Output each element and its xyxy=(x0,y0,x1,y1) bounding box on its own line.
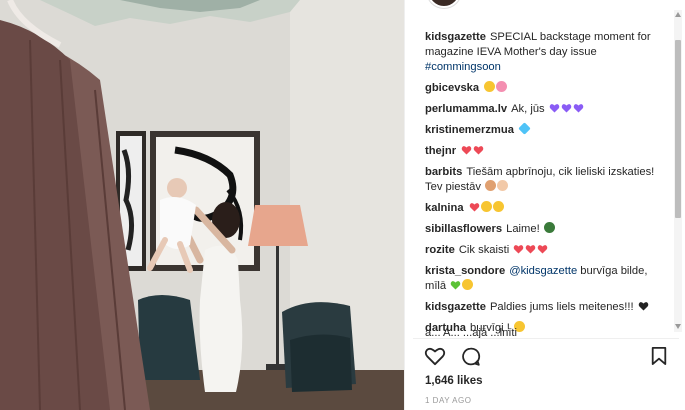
comment-item: rozite Cik skaisti xyxy=(425,243,657,258)
comment-username[interactable]: rozite xyxy=(425,244,455,256)
action-bar xyxy=(423,344,671,370)
likes-count[interactable]: 1,646 likes xyxy=(425,375,483,387)
comment-item: krista_sondore @kidsgazette burvīga bilde… xyxy=(425,264,657,294)
comment-username[interactable]: barbits xyxy=(425,166,462,178)
partial-comment: a... A... ...ajā ...lnīti xyxy=(425,327,518,338)
like-button[interactable] xyxy=(423,344,447,368)
comment-username[interactable]: perlumamma.lv xyxy=(425,103,507,115)
caption-hashtag[interactable]: #commingsoon xyxy=(425,61,501,73)
comment-bubble-icon xyxy=(461,347,480,366)
comment-button[interactable] xyxy=(458,344,482,368)
red-heart-icon xyxy=(538,245,548,254)
comment-text: Ak, jūs xyxy=(511,103,545,115)
comment-item: sibillasflowers Laime! xyxy=(425,222,657,237)
heart-outline-icon xyxy=(424,347,446,366)
purple-heart-icon xyxy=(561,104,572,113)
baby-bottle-icon xyxy=(485,180,497,191)
caption: kidsgazette SPECIAL backstage moment for … xyxy=(425,30,657,75)
photo-illustration xyxy=(0,0,404,410)
comments-panel: kidsgazette SPECIAL backstage moment for … xyxy=(404,0,685,410)
red-heart-icon xyxy=(469,203,479,212)
comment-list[interactable]: kidsgazette SPECIAL backstage moment for … xyxy=(405,0,669,338)
comment-item: kalnina xyxy=(425,201,657,216)
red-heart-icon xyxy=(526,245,536,254)
purple-heart-icon xyxy=(549,104,560,113)
comment-username[interactable]: thejnr xyxy=(425,145,456,157)
comment-username[interactable]: kalnina xyxy=(425,202,464,214)
comment-item: kidsgazette Paldies jums liels meitenes!!… xyxy=(425,300,657,315)
face-smile-icon xyxy=(480,201,492,212)
caption-username[interactable]: kidsgazette xyxy=(425,31,486,43)
sunglasses-face-icon xyxy=(543,222,555,233)
save-button[interactable] xyxy=(647,344,671,368)
scrollbar-thumb[interactable] xyxy=(675,40,681,218)
red-heart-icon xyxy=(461,146,472,155)
red-heart-icon xyxy=(514,245,524,254)
face-hearteyes-icon xyxy=(492,201,504,212)
scroll-down-arrow-icon[interactable] xyxy=(675,324,681,329)
comment-item: gbicevska xyxy=(425,81,657,96)
comment-item: barbits Tiešām apbrīnoju, cik lieliski iz… xyxy=(425,165,657,195)
green-heart-icon xyxy=(450,281,461,290)
black-heart-icon xyxy=(638,302,648,311)
comment-username[interactable]: krista_sondore xyxy=(425,265,505,277)
sun-icon xyxy=(462,279,474,290)
comment-text: Cik skaisti xyxy=(458,244,510,256)
post-timestamp[interactable]: 1 DAY AGO xyxy=(425,396,471,405)
comment-username[interactable]: kidsgazette xyxy=(425,301,486,313)
post-photo[interactable] xyxy=(0,0,404,410)
comment-item: perlumamma.lv Ak, jūs xyxy=(425,102,657,117)
baby-icon xyxy=(497,180,509,191)
red-heart-icon xyxy=(473,146,484,155)
comment-mention[interactable]: @kidsgazette xyxy=(509,265,577,277)
flower-icon xyxy=(496,81,508,92)
comment-text: Paldies jums liels meitenes!!! xyxy=(489,301,634,313)
scroll-up-arrow-icon[interactable] xyxy=(675,12,681,17)
comment-username[interactable]: gbicevska xyxy=(425,82,479,94)
purple-heart-icon xyxy=(573,104,584,113)
face-hearteyes-icon xyxy=(484,81,496,92)
comment-username[interactable]: sibillasflowers xyxy=(425,223,502,235)
comment-item: kristinemerzmua xyxy=(425,122,657,138)
diamond-icon xyxy=(518,122,531,135)
comment-username[interactable]: kristinemerzmua xyxy=(425,124,514,136)
divider xyxy=(413,338,679,339)
bookmark-icon xyxy=(651,347,667,365)
comment-text: Laime! xyxy=(506,223,540,235)
comment-item: thejnr xyxy=(425,144,657,159)
